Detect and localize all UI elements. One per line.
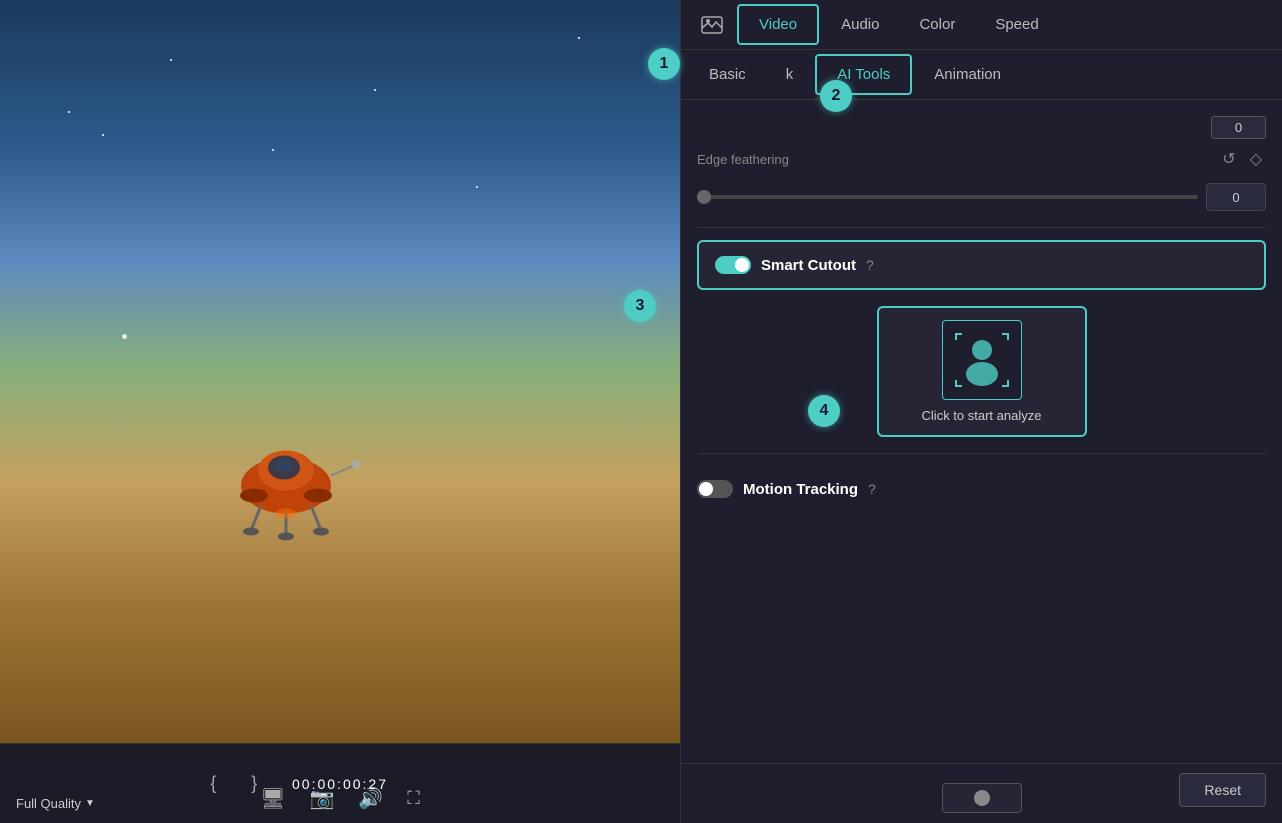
smart-cutout-toggle[interactable] <box>715 256 751 274</box>
motion-tracking-label: Motion Tracking <box>743 481 858 498</box>
edge-feathering-label: Edge feathering <box>697 152 1218 167</box>
tab-animation[interactable]: Animation <box>914 50 1021 99</box>
video-bottom-bar: { } 00:00:00:27 🖥 📷 🔊 ⛶ Full Quality ▼ <box>0 743 680 823</box>
analyze-button[interactable]: Click to start analyze <box>877 306 1087 437</box>
clip-icon-area <box>689 0 735 49</box>
tab-color[interactable]: Color <box>899 0 975 49</box>
step-badge-2: 2 <box>820 80 852 112</box>
analyze-label: Click to start analyze <box>922 408 1042 423</box>
mark-in-button[interactable]: { <box>190 763 236 804</box>
reset-button[interactable]: Reset <box>1179 773 1266 807</box>
volume-icon[interactable]: 🔊 <box>358 786 383 811</box>
tab-k[interactable]: k <box>766 50 814 99</box>
top-input-field[interactable] <box>1211 116 1266 139</box>
analyze-button-wrapper: Click to start analyze <box>697 306 1266 437</box>
right-panel: Video Audio Color Speed Basic k AI Tools… <box>680 0 1282 823</box>
tab-basic[interactable]: Basic <box>689 50 766 99</box>
panel-bottom: Reset <box>681 763 1282 823</box>
smart-cutout-help-icon[interactable]: ? <box>866 257 874 273</box>
monitor-icon[interactable]: 🖥 <box>260 786 285 811</box>
step-badge-1: 1 <box>648 48 680 80</box>
tab-video[interactable]: Video <box>737 4 819 45</box>
panel-content: Edge feathering ↺ ◇ <box>681 100 1282 763</box>
quality-label: Full Quality <box>16 796 81 811</box>
step-badge-4: 4 <box>808 395 840 427</box>
smart-cutout-label: Smart Cutout <box>761 257 856 274</box>
tab-speed[interactable]: Speed <box>975 0 1058 49</box>
motion-tracking-section: Motion Tracking ? <box>697 466 1266 512</box>
playback-controls: 🖥 📷 🔊 ⛶ <box>260 786 420 811</box>
edge-feathering-input[interactable] <box>1206 183 1266 211</box>
step-badge-3: 3 <box>624 290 656 322</box>
main-tab-row: Video Audio Color Speed <box>681 0 1282 50</box>
person-silhouette-icon <box>954 332 1010 388</box>
sub-tab-row: Basic k AI Tools Animation <box>681 50 1282 100</box>
edge-feathering-section: Edge feathering ↺ ◇ <box>697 147 1266 171</box>
clip-icon <box>701 14 723 36</box>
fullscreen-icon[interactable]: ⛶ <box>407 788 420 809</box>
partial-button <box>942 783 1022 813</box>
quality-dropdown-icon: ▼ <box>85 798 95 809</box>
spaceship-image <box>206 415 366 550</box>
smart-cutout-section: Smart Cutout ? <box>697 240 1266 290</box>
keyframe-edge-icon[interactable]: ◇ <box>1246 147 1266 171</box>
tab-audio[interactable]: Audio <box>821 0 899 49</box>
motion-tracking-help-icon[interactable]: ? <box>868 481 876 497</box>
quality-selector[interactable]: Full Quality ▼ <box>16 796 95 811</box>
analyze-icon-box <box>942 320 1022 400</box>
screenshot-icon[interactable]: 📷 <box>309 786 334 811</box>
video-panel: { } 00:00:00:27 🖥 📷 🔊 ⛶ Full Quality ▼ <box>0 0 680 823</box>
video-canvas <box>0 0 680 743</box>
edge-feathering-slider-row <box>697 183 1266 211</box>
partial-icon <box>974 790 990 806</box>
motion-tracking-toggle[interactable] <box>697 480 733 498</box>
top-number-row <box>697 116 1266 139</box>
reset-edge-icon[interactable]: ↺ <box>1218 147 1239 171</box>
